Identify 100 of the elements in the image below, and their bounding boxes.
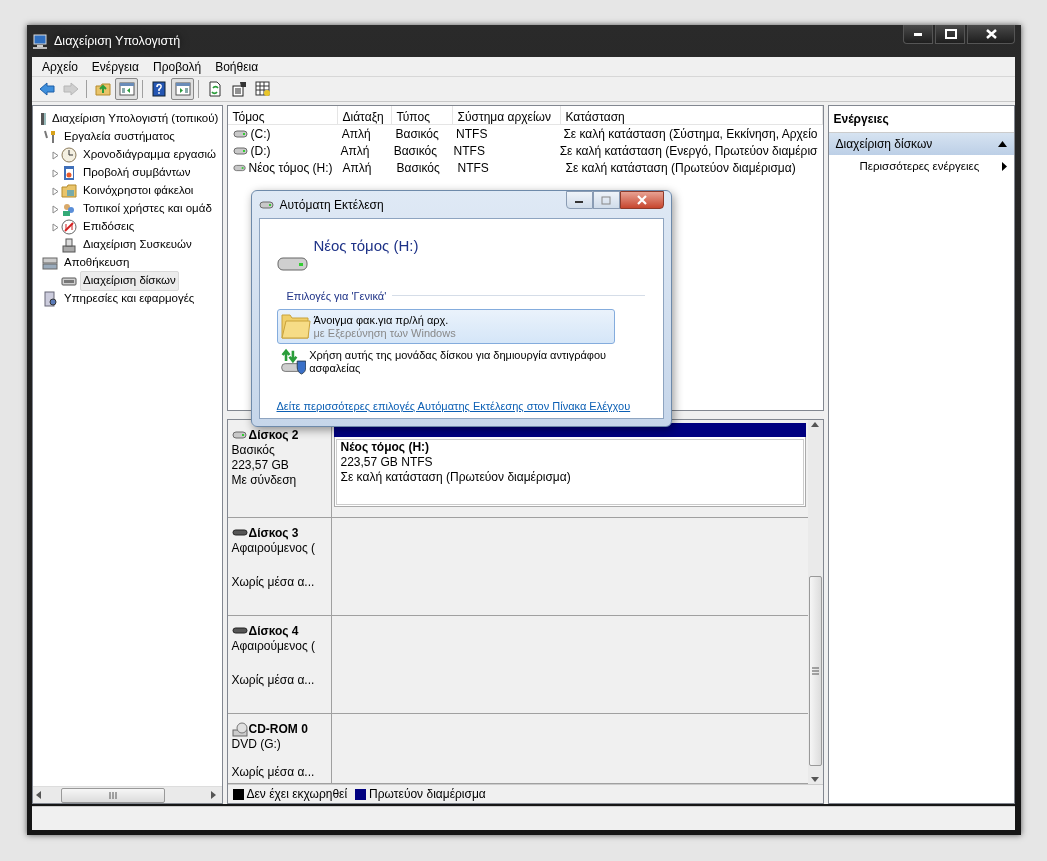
expand-arrow-icon[interactable]: [51, 222, 59, 232]
disk-name: CD-ROM 0: [248, 722, 308, 737]
table-cell-text: NTFS: [453, 142, 485, 160]
column-header[interactable]: Τύπος: [391, 106, 453, 124]
action-section-header[interactable]: Διαχείριση δίσκων: [828, 133, 1014, 155]
disk-status: Χωρίς μέσα α...: [231, 673, 316, 688]
back-icon: [38, 81, 55, 97]
tree-item[interactable]: Επιδόσεις: [80, 217, 138, 237]
minimize-button[interactable]: [565, 191, 593, 209]
column-header[interactable]: Διάταξη: [337, 106, 392, 124]
dialog-title: Αυτόματη Εκτέλεση: [279, 196, 384, 214]
scroll-up-icon: [810, 420, 820, 430]
expand-arrow-icon[interactable]: [51, 204, 59, 214]
disk-status: Με σύνδεση: [231, 473, 298, 488]
tree-item[interactable]: Διαχείριση Υπολογιστή (τοπικού): [49, 109, 222, 129]
column-header[interactable]: Τόμος: [227, 106, 338, 124]
tools-icon: [42, 129, 58, 145]
volume-name: Νέος τόμος (H:): [248, 159, 333, 177]
expand-arrow-icon[interactable]: [51, 168, 59, 178]
partition-status: Σε καλή κατάσταση (Πρωτεύον διαμέρισμα): [340, 470, 572, 485]
refresh-icon: [206, 81, 223, 97]
minimize-button[interactable]: [903, 25, 933, 44]
volume-name: (C:): [250, 125, 271, 143]
disk-name: Δίσκος 2: [248, 428, 299, 443]
option-title: Χρήση αυτής της μονάδας δίσκου για δημιουργία αντιγράφου ασφαλείας: [309, 348, 608, 375]
disk-name: Δίσκος 3: [248, 526, 299, 541]
table-cell-text: NTFS: [457, 159, 489, 177]
submenu-arrow-icon: [1002, 162, 1007, 172]
table-cell-text: Απλή: [342, 159, 372, 177]
tree-item[interactable]: Τοπικοί χρήστες και ομάδ: [80, 199, 215, 219]
shared-folder-icon: [61, 183, 77, 199]
disk-type: DVD (G:): [231, 737, 282, 752]
disk-status: Χωρίς μέσα α...: [231, 575, 316, 590]
menu-item[interactable]: Αρχείο: [35, 57, 85, 76]
minimize-icon: [914, 32, 922, 36]
forward-icon: [62, 81, 79, 97]
disk-type: Αφαιρούμενος (: [231, 639, 316, 654]
control-panel-link[interactable]: Δείτε περισσότερες επιλογές Αυτόματης Εκτέλεσης στον Πίνακα Ελέγχου: [276, 399, 645, 414]
cd-drive-icon: [231, 722, 248, 737]
option-title: Άνοιγμα φακ.για πρ/λή αρχ.: [313, 313, 450, 327]
tree-item[interactable]: Χρονοδιάγραμμα εργασιώ: [80, 145, 220, 165]
vertical-scrollbar[interactable]: [807, 420, 823, 784]
legend-label: Πρωτεύον διαμέρισμα: [369, 786, 486, 803]
disk-type: Βασικός: [231, 443, 276, 458]
grip-icon: [109, 791, 117, 799]
close-button[interactable]: [967, 25, 1015, 44]
pane-icon: [174, 81, 191, 97]
table-cell-text: Απλή: [341, 125, 371, 143]
grid-icon: [254, 81, 271, 97]
clock-icon: [61, 147, 77, 163]
table-cell-text: Σε καλή κατάσταση (Πρωτεύον διαμέρισμα): [565, 159, 796, 177]
table-cell-text: Βασικός: [395, 125, 439, 143]
close-button[interactable]: [619, 191, 664, 209]
tree-item[interactable]: Κοινόχρηστοι φάκελοι: [80, 181, 197, 201]
menu-item[interactable]: Ενέργεια: [84, 57, 146, 76]
disk-name: Δίσκος 4: [248, 624, 299, 639]
maximize-icon: [942, 28, 958, 40]
menu-item[interactable]: Προβολή: [145, 57, 209, 76]
window-title: Διαχείριση Υπολογιστή: [54, 32, 181, 50]
pane-icon: [118, 81, 135, 97]
table-cell-text: Απλή: [340, 142, 370, 160]
tree-item[interactable]: Διαχείριση δίσκων: [80, 271, 179, 291]
grip-icon: [811, 667, 819, 675]
help-icon: [150, 81, 167, 97]
volume-name: (D:): [250, 142, 271, 160]
backup-drive-icon: [279, 346, 307, 377]
close-icon: [634, 195, 649, 205]
tree-item[interactable]: Εργαλεία συστήματος: [61, 127, 178, 147]
disk-size: 223,57 GB: [231, 458, 290, 473]
expand-arrow-icon[interactable]: [51, 186, 59, 196]
legend-label: Δεν έχει εκχωρηθεί: [246, 786, 348, 803]
collapse-arrow-icon: [998, 141, 1007, 147]
column-header[interactable]: Κατάσταση: [560, 106, 823, 124]
option-subtitle: με Εξερεύνηση των Windows: [313, 326, 456, 340]
tree-item[interactable]: Διαχείριση Συσκευών: [80, 235, 195, 255]
expand-arrow-icon[interactable]: [51, 150, 59, 160]
action-item[interactable]: Περισσότερες ενέργειες: [828, 155, 1014, 179]
horizontal-scrollbar[interactable]: [33, 786, 222, 803]
group-label: Επιλογές για 'Γενικά': [286, 288, 387, 304]
column-header[interactable]: Σύστημα αρχείων: [452, 106, 561, 124]
tree-item[interactable]: Προβολή συμβάντων: [80, 163, 194, 183]
table-cell-text: Βασικός: [393, 142, 437, 160]
autoplay-option[interactable]: Χρήση αυτής της μονάδας δίσκου για δημιουργία αντιγράφου ασφαλείας: [276, 344, 615, 379]
partition-panel[interactable]: Νέος τόμος (H:) 223,57 GB NTFS Σε καλή κατάσταση (Πρωτεύον διαμέρισμα): [333, 437, 806, 507]
partition-name: Νέος τόμος (H:): [340, 440, 431, 455]
maximize-icon: [599, 195, 613, 205]
table-cell-text: Βασικός: [396, 159, 440, 177]
autoplay-option[interactable]: Άνοιγμα φακ.για πρ/λή αρχ. με Εξερεύνηση των Windows: [276, 309, 615, 344]
tree-item[interactable]: Αποθήκευση: [61, 253, 133, 273]
device-icon: [61, 237, 77, 253]
maximize-button[interactable]: [935, 25, 965, 44]
tree-item[interactable]: Υπηρεσίες και εφαρμογές: [61, 289, 198, 309]
folder-icon: [279, 311, 311, 342]
menu-item[interactable]: Βοήθεια: [208, 57, 266, 76]
partition-size: 223,57 GB NTFS: [340, 455, 434, 470]
disk-status: Χωρίς μέσα α...: [231, 765, 316, 780]
folder-up-icon: [94, 81, 111, 97]
table-cell-text: Σε καλή κατάσταση (Ενεργό, Πρωτεύον διαμέρισ: [559, 142, 818, 160]
storage-icon: [42, 255, 58, 271]
drive-name: Νέος τόμος (H:): [313, 236, 420, 256]
